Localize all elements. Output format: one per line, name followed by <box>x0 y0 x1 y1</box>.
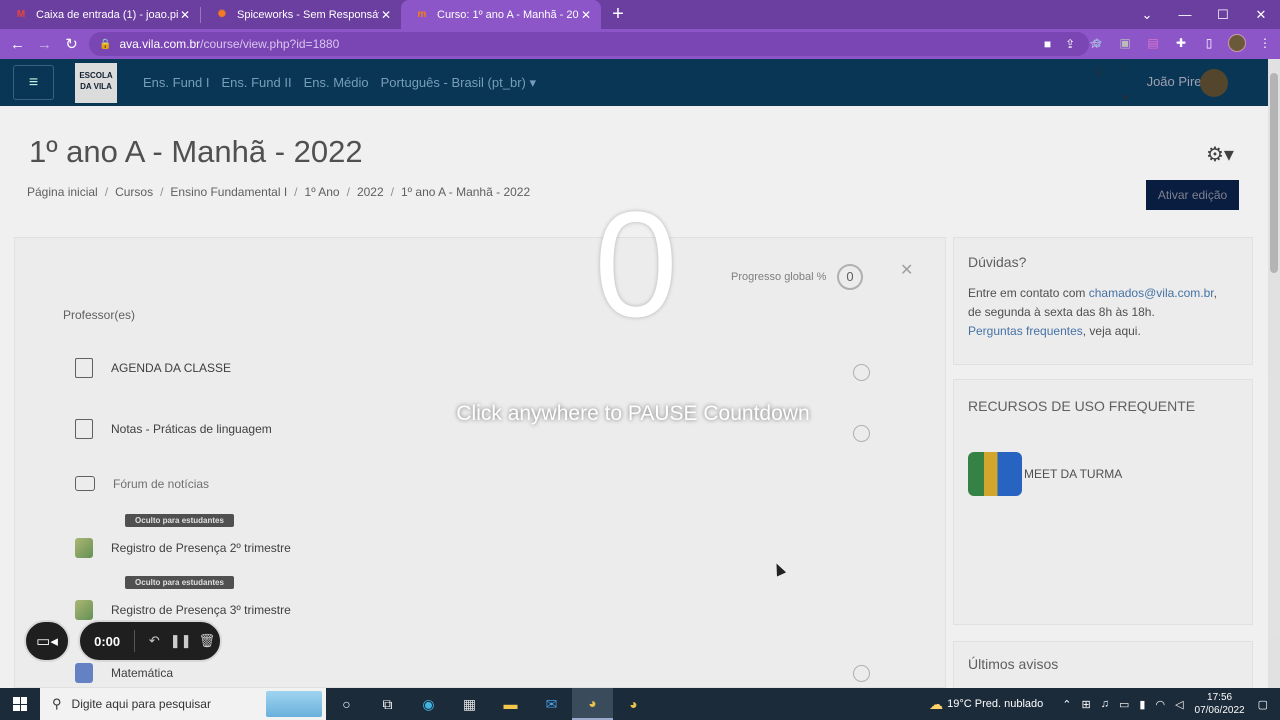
tab-gmail[interactable]: M Caixa de entrada (1) - joao.pires@ ✕ <box>0 0 200 29</box>
divider <box>134 630 136 652</box>
profile-avatar[interactable] <box>1228 34 1246 52</box>
microphone-icon[interactable]: ♫ <box>1101 698 1109 710</box>
chrome-profile-icon[interactable]: ◕ <box>613 688 654 720</box>
extensions-area: ✿ ▣ ▤ ✚ ▯ ⋮ <box>1088 34 1274 52</box>
countdown-number[interactable]: 0 <box>536 189 736 339</box>
overlay-backdrop[interactable] <box>0 59 1280 688</box>
extension-icon[interactable]: ✿ <box>1088 34 1106 52</box>
task-view-icon[interactable]: ⧉ <box>367 688 408 720</box>
close-icon[interactable]: ✕ <box>379 8 393 22</box>
undo-icon[interactable]: ↶ <box>141 633 167 649</box>
notification-icon[interactable]: ▢ <box>1258 698 1268 711</box>
pause-icon[interactable]: ❚❚ <box>167 633 193 649</box>
reload-icon[interactable]: ↻ <box>58 35 85 53</box>
back-icon[interactable]: ← <box>4 36 31 53</box>
lock-icon[interactable]: 🔒 <box>99 39 111 50</box>
browser-toolbar: ← → ↻ 🔒 ava.vila.com.br/course/view.php?… <box>0 29 1280 59</box>
close-icon[interactable]: ✕ <box>579 8 593 22</box>
share-icon[interactable]: ⇪ <box>1065 37 1075 51</box>
close-window-icon[interactable]: ✕ <box>1242 0 1280 29</box>
weather-text[interactable]: 19°C Pred. nublado <box>947 698 1043 710</box>
trash-icon[interactable]: 🗑 <box>194 633 220 649</box>
browser-tab-strip: M Caixa de entrada (1) - joao.pires@ ✕ ✺… <box>0 0 1280 29</box>
display-icon[interactable]: ▭ <box>1119 698 1129 711</box>
clock-time: 17:56 <box>1207 692 1233 703</box>
tab-title: Curso: 1º ano A - Manhã - 2022 <box>437 8 579 21</box>
extension-icon[interactable]: ▤ <box>1144 34 1162 52</box>
taskbar-search[interactable]: ⚲ Digite aqui para pesquisar <box>40 688 326 720</box>
cortana-icon[interactable]: ○ <box>326 688 367 720</box>
system-tray: ☁ 19°C Pred. nublado ⌃ ⊞ ♫ ▭ ▮ ◠ ◁ 17:56… <box>929 688 1280 720</box>
weather-icon: ☁ <box>929 695 944 712</box>
url-host: ava.vila.com.br <box>119 37 201 51</box>
recorder-controls: ▭◂ 0:00 ↶ ❚❚ 🗑 <box>24 620 222 662</box>
web-page: ≡ ESCOLA DA VILA Ens. Fund I Ens. Fund I… <box>0 59 1280 688</box>
battery-icon[interactable]: ▮ <box>1139 698 1145 711</box>
windows-start-icon[interactable] <box>0 688 40 720</box>
mail-icon[interactable]: ✉ <box>531 688 572 720</box>
moodle-icon: m <box>417 9 427 20</box>
url-path: /course/view.php?id=1880 <box>200 37 340 51</box>
maximize-icon[interactable]: ☐ <box>1204 0 1242 29</box>
network-app-icon[interactable]: ⊞ <box>1082 698 1091 711</box>
new-tab-button[interactable]: + <box>601 0 635 29</box>
spiceworks-icon: ✺ <box>217 9 227 20</box>
recording-timer: 0:00 <box>94 633 121 649</box>
tab-title: Caixa de entrada (1) - joao.pires@ <box>36 8 178 21</box>
puzzle-icon[interactable]: ✚ <box>1172 34 1190 52</box>
edge-icon[interactable]: ◉ <box>408 688 449 720</box>
windows-logo-icon <box>13 697 27 711</box>
store-icon[interactable]: ▦ <box>449 688 490 720</box>
tab-course[interactable]: m Curso: 1º ano A - Manhã - 2022 ✕ <box>401 0 601 29</box>
search-highlight-image <box>266 691 322 717</box>
search-placeholder: Digite aqui para pesquisar <box>71 697 211 711</box>
address-bar[interactable]: 🔒 ava.vila.com.br/course/view.php?id=188… <box>89 32 1089 56</box>
camera-icon[interactable]: ■ <box>1044 37 1051 51</box>
window-controls: ⌄ — ☐ ✕ <box>1128 0 1280 29</box>
sidepanel-icon[interactable]: ▯ <box>1200 34 1218 52</box>
recorder-panel: 0:00 ↶ ❚❚ 🗑 <box>78 620 222 662</box>
close-icon[interactable]: ✕ <box>178 8 192 22</box>
clock-date: 07/06/2022 <box>1194 705 1245 716</box>
minimize-icon[interactable]: — <box>1166 0 1204 29</box>
menu-dots-icon[interactable]: ⋮ <box>1256 34 1274 52</box>
taskbar-clock[interactable]: 17:56 07/06/2022 <box>1195 691 1245 717</box>
chrome-icon[interactable]: ◕ <box>572 688 613 720</box>
tab-search-icon[interactable]: ⌄ <box>1128 0 1166 29</box>
chevron-up-icon[interactable]: ⌃ <box>1062 698 1071 711</box>
file-explorer-icon[interactable]: ▬ <box>490 688 531 720</box>
tab-title: Spiceworks - Sem Responsável <box>237 8 379 21</box>
extension-icon[interactable]: ▣ <box>1116 34 1134 52</box>
countdown-message[interactable]: Click anywhere to PAUSE Countdown <box>380 402 886 426</box>
gmail-icon: M <box>16 9 26 20</box>
forward-icon[interactable]: → <box>31 36 58 53</box>
volume-icon[interactable]: ◁ <box>1175 698 1183 711</box>
camera-toggle-icon[interactable]: ▭◂ <box>24 620 70 662</box>
tab-spiceworks[interactable]: ✺ Spiceworks - Sem Responsável ✕ <box>201 0 401 29</box>
search-icon: ⚲ <box>52 696 62 711</box>
taskbar: ⚲ Digite aqui para pesquisar ○ ⧉ ◉ ▦ ▬ ✉… <box>0 688 1280 720</box>
wifi-icon[interactable]: ◠ <box>1155 698 1165 711</box>
